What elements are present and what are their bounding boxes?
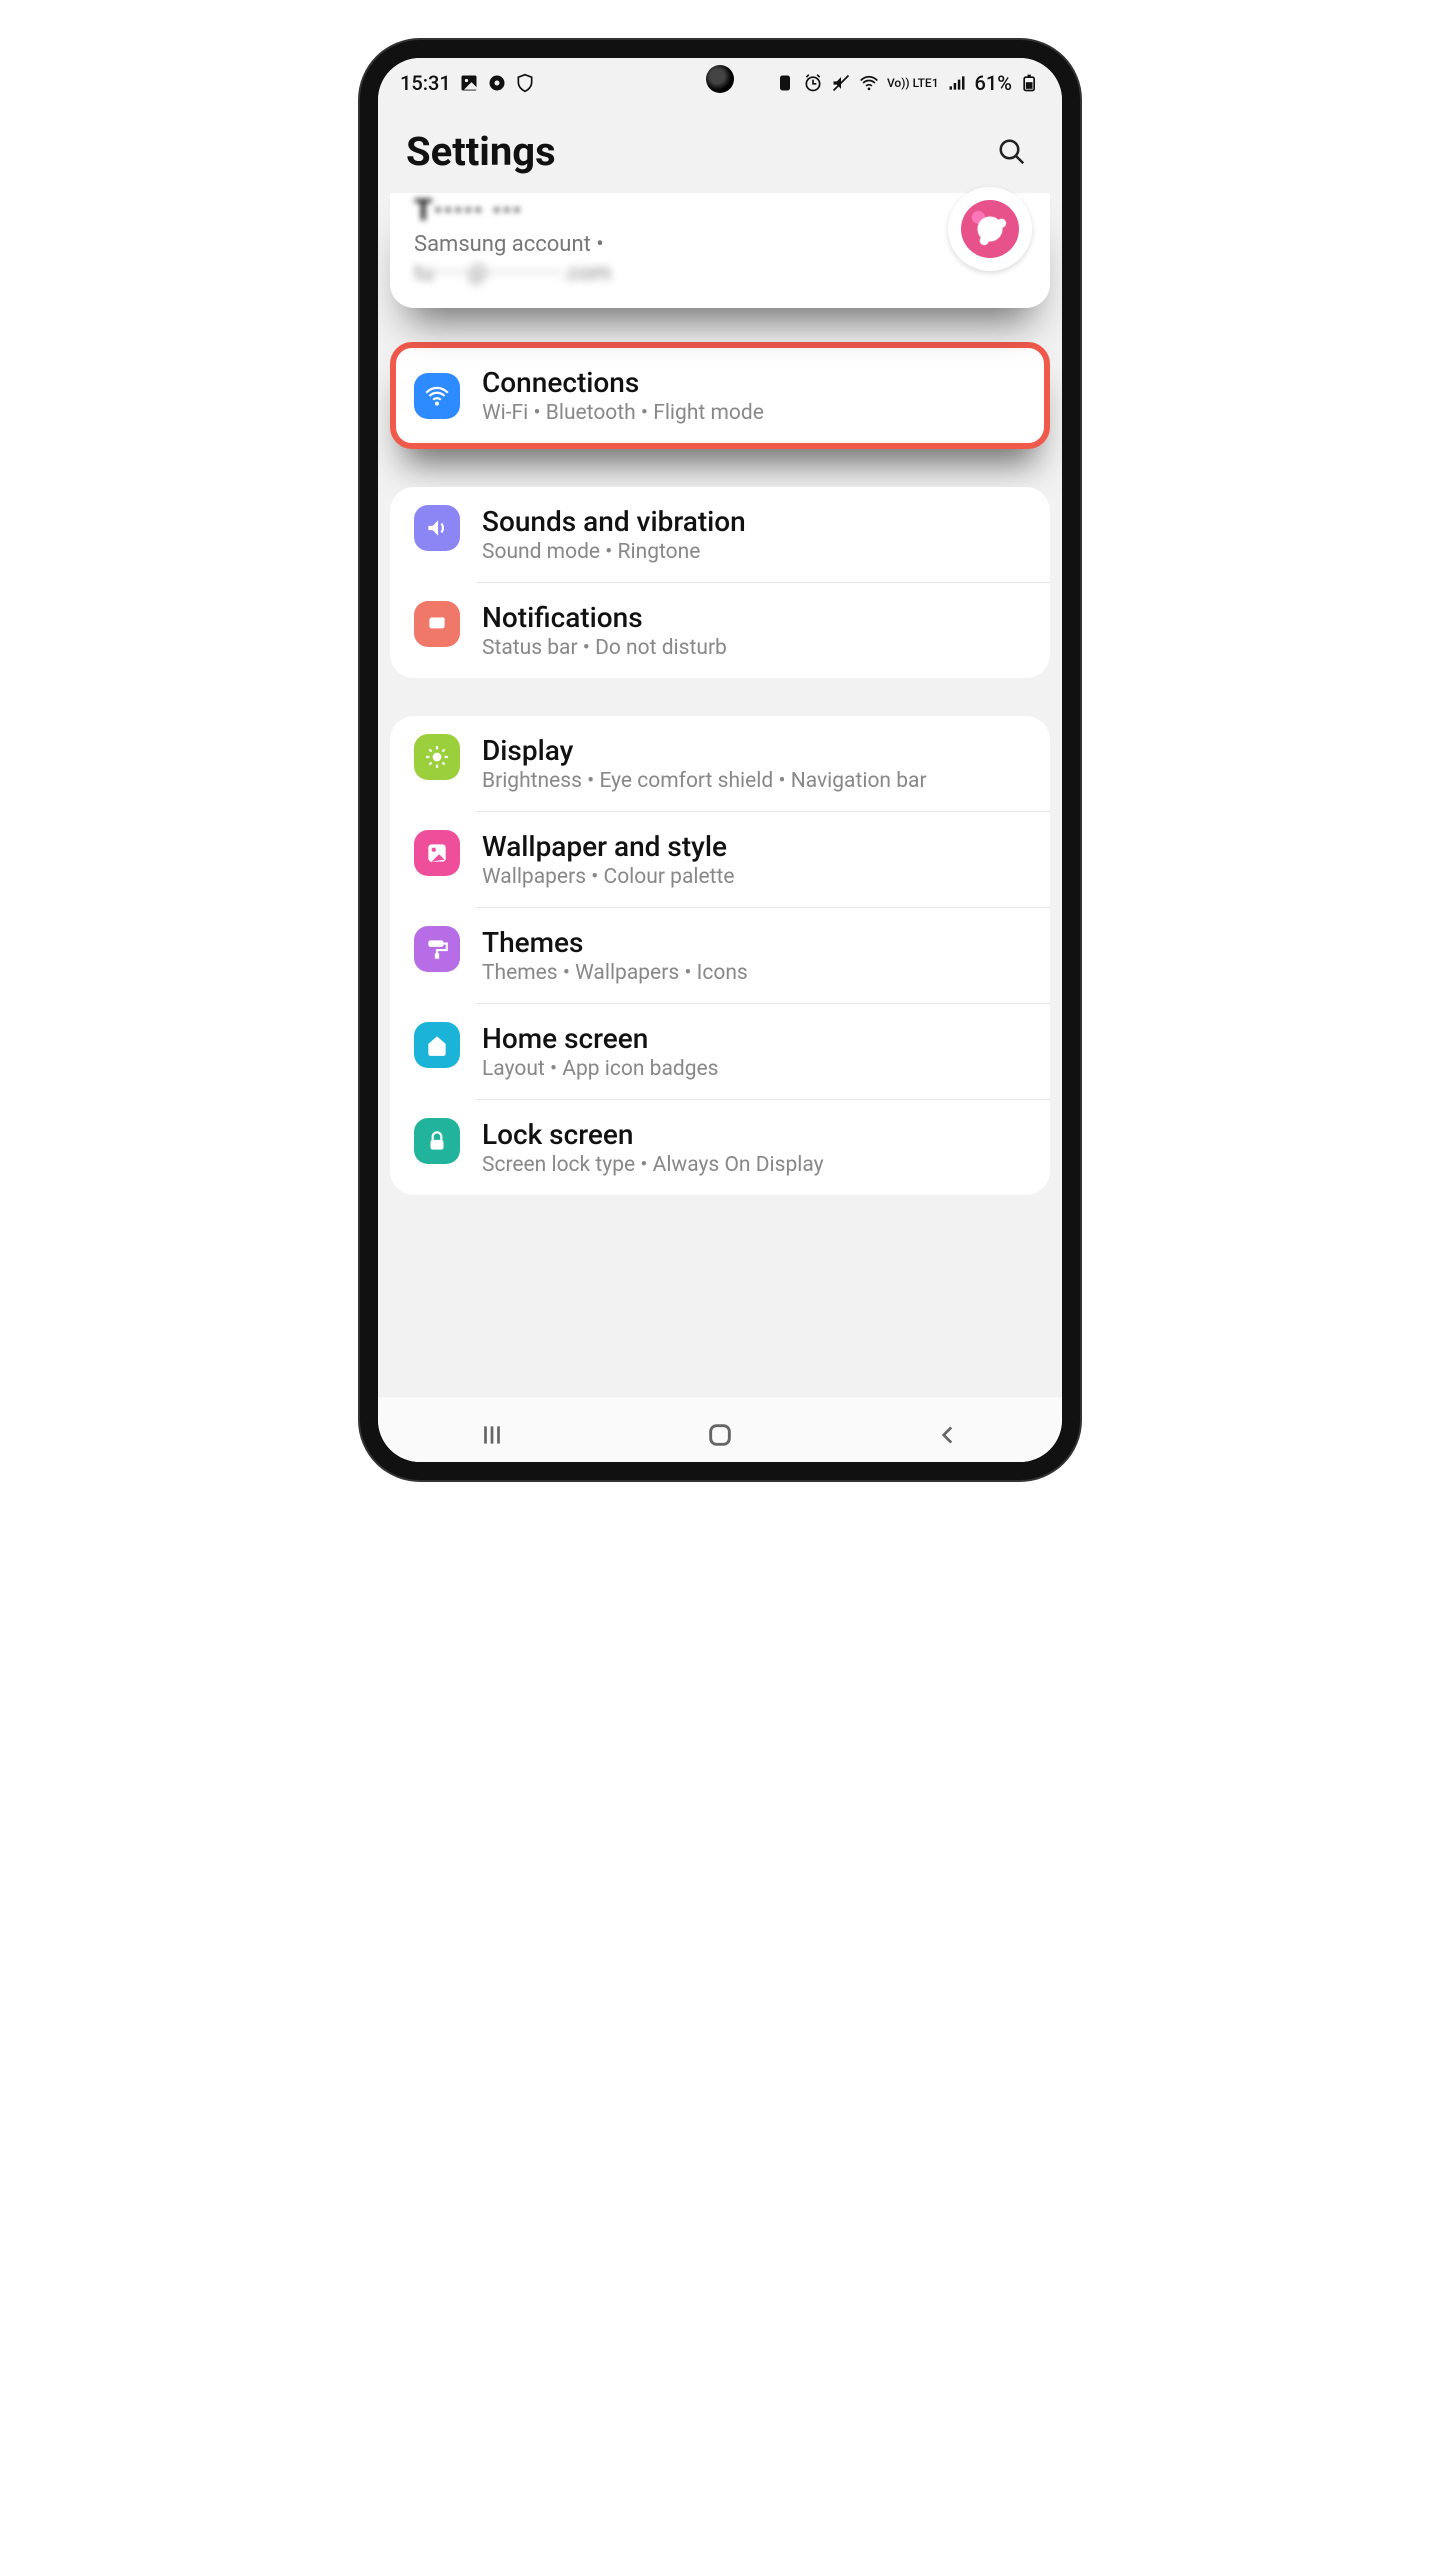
search-button[interactable] xyxy=(990,130,1034,174)
settings-item-subtitle: Status bar • Do not disturb xyxy=(482,636,1026,660)
status-bar-left: 15:31 xyxy=(400,71,535,95)
settings-item-subtitle: Wallpapers • Colour palette xyxy=(482,865,1026,889)
settings-item-title: Connections xyxy=(482,366,1026,399)
settings-item-home-screen[interactable]: Home screen Layout • App icon badges xyxy=(390,1004,1050,1099)
alarm-icon xyxy=(803,73,823,93)
account-card[interactable]: T····· ··· Samsung account • tu······@··… xyxy=(390,193,1050,308)
account-email-redacted: tu······@·············.com xyxy=(414,261,1026,286)
settings-item-title: Themes xyxy=(482,926,1026,959)
battery-icon xyxy=(1020,73,1040,93)
account-subtitle: Samsung account • xyxy=(414,232,1026,257)
settings-item-subtitle: Layout • App icon badges xyxy=(482,1057,1026,1081)
signal-icon xyxy=(947,73,967,93)
picture-icon xyxy=(459,73,479,93)
settings-item-title: Lock screen xyxy=(482,1118,1026,1151)
speaker-icon xyxy=(414,505,460,551)
settings-item-title: Home screen xyxy=(482,1022,1026,1055)
avatar xyxy=(948,187,1032,271)
data-saver-icon xyxy=(775,73,795,93)
settings-item-wallpaper[interactable]: Wallpaper and style Wallpapers • Colour … xyxy=(390,812,1050,907)
status-battery-text: 61% xyxy=(975,71,1012,95)
settings-item-title: Notifications xyxy=(482,601,1026,634)
search-icon xyxy=(997,137,1027,167)
nav-recents-button[interactable] xyxy=(462,1418,522,1452)
settings-item-subtitle: Sound mode • Ringtone xyxy=(482,540,1026,564)
paint-roller-icon xyxy=(414,926,460,972)
mute-icon xyxy=(831,73,851,93)
settings-item-notifications[interactable]: Notifications Status bar • Do not distur… xyxy=(390,583,1050,678)
settings-item-subtitle: Screen lock type • Always On Display xyxy=(482,1153,1026,1177)
settings-item-themes[interactable]: Themes Themes • Wallpapers • Icons xyxy=(390,908,1050,1003)
status-time: 15:31 xyxy=(400,71,451,95)
settings-item-display[interactable]: Display Brightness • Eye comfort shield … xyxy=(390,716,1050,811)
settings-item-sounds[interactable]: Sounds and vibration Sound mode • Ringto… xyxy=(390,487,1050,582)
gear-icon xyxy=(487,73,507,93)
picture-icon xyxy=(414,830,460,876)
wifi-icon xyxy=(414,373,460,419)
camera-hole xyxy=(706,65,734,93)
nav-home-button[interactable] xyxy=(690,1418,750,1452)
settings-item-connections[interactable]: Connections Wi-Fi • Bluetooth • Flight m… xyxy=(390,342,1050,449)
brightness-icon xyxy=(414,734,460,780)
settings-item-title: Wallpaper and style xyxy=(482,830,1026,863)
nav-back-button[interactable] xyxy=(918,1418,978,1452)
home-icon xyxy=(414,1022,460,1068)
status-volte-text: Vo)) LTE1 xyxy=(887,77,939,89)
shield-icon xyxy=(515,73,535,93)
settings-item-subtitle: Wi-Fi • Bluetooth • Flight mode xyxy=(482,401,1026,425)
account-name-redacted: T····· ··· xyxy=(414,193,1026,228)
status-bar-right: Vo)) LTE1 61% xyxy=(775,71,1040,95)
settings-item-lock-screen[interactable]: Lock screen Screen lock type • Always On… xyxy=(390,1100,1050,1195)
lock-icon xyxy=(414,1118,460,1164)
phone-frame: 15:31 Vo)) LTE1 61% Settings xyxy=(360,40,1080,1480)
notification-icon xyxy=(414,601,460,647)
nav-bar xyxy=(378,1396,1062,1462)
wifi-icon xyxy=(859,73,879,93)
page-title: Settings xyxy=(406,128,556,175)
settings-item-title: Display xyxy=(482,734,1026,767)
settings-item-title: Sounds and vibration xyxy=(482,505,1026,538)
settings-item-subtitle: Themes • Wallpapers • Icons xyxy=(482,961,1026,985)
settings-item-subtitle: Brightness • Eye comfort shield • Naviga… xyxy=(482,769,1026,793)
settings-header: Settings xyxy=(378,104,1062,191)
